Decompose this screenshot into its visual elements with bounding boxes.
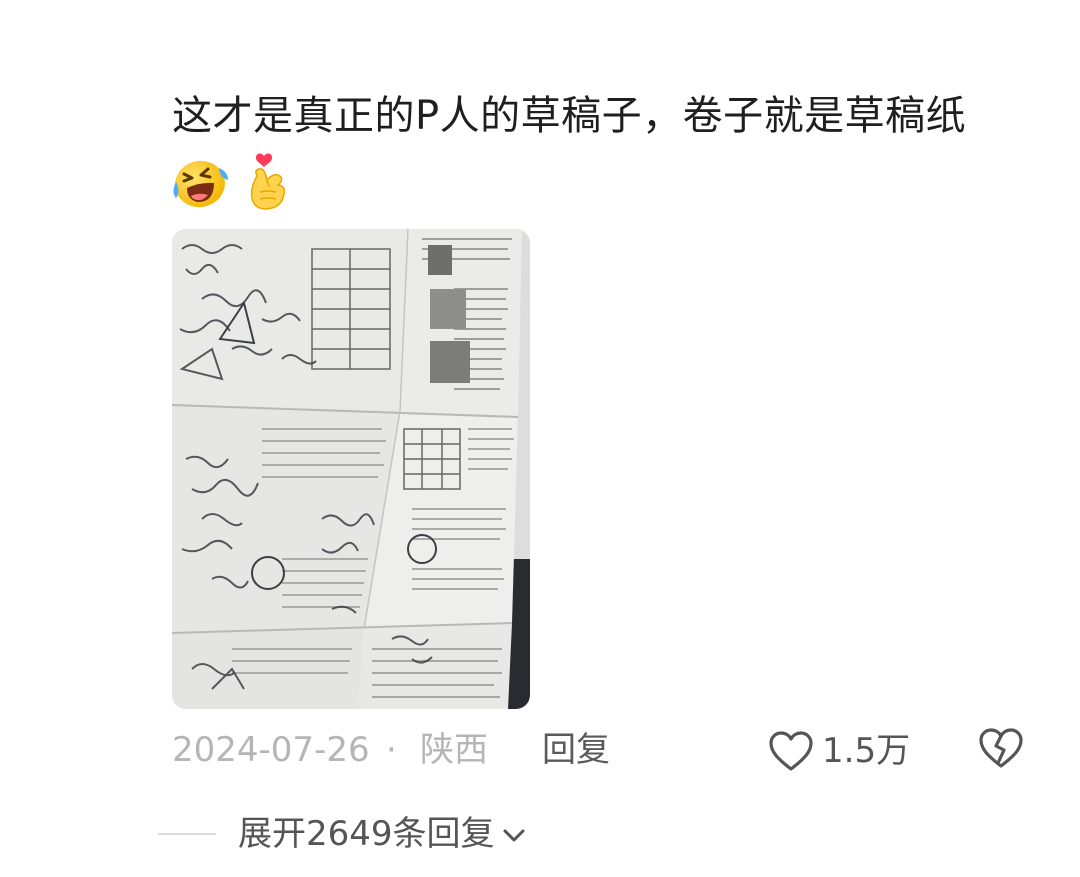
comment-text: 这才是真正的P人的草稿子，卷子就是草稿纸 — [172, 93, 967, 139]
like-count: 1.5万 — [822, 731, 911, 771]
expand-replies-label[interactable]: 展开2649条回复 — [238, 806, 495, 862]
heart-outline-icon — [769, 731, 813, 771]
comment-date: 2024-07-26 — [172, 730, 370, 770]
expand-replies-row[interactable]: 展开2649条回复 — [158, 806, 527, 862]
emoji-row — [170, 152, 300, 212]
finger-heart-emoji-icon — [250, 153, 286, 210]
laughing-crying-emoji-icon — [173, 160, 228, 208]
dislike-button[interactable] — [978, 727, 1024, 786]
like-button[interactable]: 1.5万 — [768, 726, 910, 776]
reply-button[interactable]: 回复 — [542, 722, 610, 778]
comment-photo[interactable] — [172, 229, 530, 709]
chevron-down-icon[interactable] — [501, 827, 527, 845]
comment-location: 陕西 — [420, 730, 488, 770]
meta-separator: · — [386, 730, 397, 770]
comment-meta-row: 2024-07-26 · 陕西 回复 1.5万 — [172, 722, 1032, 778]
expand-divider-line — [158, 833, 216, 835]
broken-heart-icon — [979, 728, 1023, 768]
exam-paper-photo-icon — [172, 229, 530, 709]
